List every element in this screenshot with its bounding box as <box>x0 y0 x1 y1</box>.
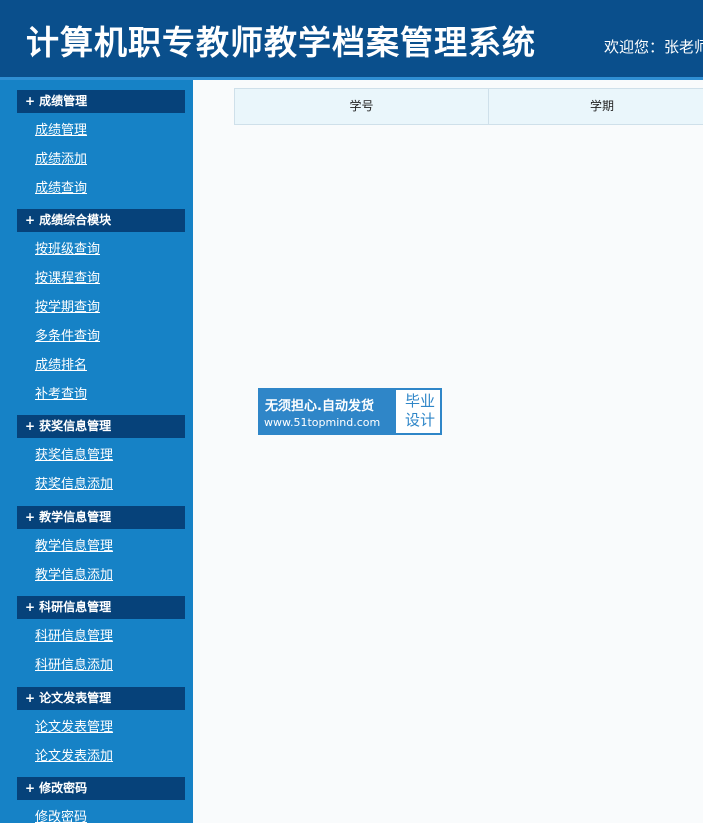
sidebar-group-change-password[interactable]: + 修改密码 <box>17 777 185 800</box>
watermark-text-bottom: 设计 <box>404 411 435 429</box>
sidebar-link-grade-management[interactable]: 成绩管理 <box>35 119 87 138</box>
sidebar-group-award-management[interactable]: + 获奖信息管理 <box>17 415 185 438</box>
sidebar-link-query-by-term[interactable]: 按学期查询 <box>35 296 100 315</box>
watermark-badge: 无须担心.自动发货 www.51topmind.com 毕业 设计 <box>258 388 442 435</box>
sidebar-group-label: 科研信息管理 <box>39 600 112 614</box>
sidebar-group-teaching-management[interactable]: + 教学信息管理 <box>17 506 185 529</box>
sidebar-link-paper-management[interactable]: 论文发表管理 <box>35 716 113 735</box>
sidebar-link-paper-add[interactable]: 论文发表添加 <box>35 745 113 764</box>
watermark-left-panel: 无须担心.自动发货 www.51topmind.com <box>260 390 396 433</box>
plus-icon: + <box>25 419 36 433</box>
plus-icon: + <box>25 213 36 227</box>
plus-icon: + <box>25 691 36 705</box>
watermark-right-panel: 毕业 设计 <box>400 392 440 430</box>
watermark-url: www.51topmind.com <box>264 416 381 429</box>
sidebar-group-grade-management[interactable]: + 成绩管理 <box>17 90 185 113</box>
sidebar-link-teaching-management[interactable]: 教学信息管理 <box>35 535 113 554</box>
plus-icon: + <box>25 781 36 795</box>
sidebar-group-label: 教学信息管理 <box>39 510 112 524</box>
sidebar-link-grade-query[interactable]: 成绩查询 <box>35 177 87 196</box>
sidebar-group-label: 获奖信息管理 <box>39 419 112 433</box>
sidebar-link-research-management[interactable]: 科研信息管理 <box>35 625 113 644</box>
sidebar-group-label: 成绩管理 <box>39 94 88 108</box>
sidebar-link-award-add[interactable]: 获奖信息添加 <box>35 473 113 492</box>
main-content: 学号 学期 <box>193 80 703 823</box>
app-header: 计算机职专教师教学档案管理系统 欢迎您：张老师 <box>0 0 703 80</box>
sidebar-link-query-by-class[interactable]: 按班级查询 <box>35 238 100 257</box>
sidebar-link-query-by-course[interactable]: 按课程查询 <box>35 267 100 286</box>
sidebar-link-grade-add[interactable]: 成绩添加 <box>35 148 87 167</box>
plus-icon: + <box>25 510 36 524</box>
sidebar-group-label: 论文发表管理 <box>39 691 112 705</box>
sidebar-link-multi-condition-query[interactable]: 多条件查询 <box>35 325 100 344</box>
sidebar: + 成绩管理 成绩管理 成绩添加 成绩查询 + 成绩综合模块 按班级查询 按课程查询… <box>0 80 193 825</box>
page-title: 计算机职专教师教学档案管理系统 <box>26 23 536 62</box>
plus-icon: + <box>25 94 36 108</box>
welcome-text: 欢迎您：张老师 <box>604 38 703 56</box>
sidebar-link-teaching-add[interactable]: 教学信息添加 <box>35 564 113 583</box>
sidebar-link-change-password[interactable]: 修改密码 <box>35 806 87 825</box>
table-header-row: 学号 学期 <box>234 88 703 125</box>
column-header-term: 学期 <box>589 99 614 113</box>
sidebar-group-label: 修改密码 <box>39 781 88 795</box>
sidebar-group-grade-composite[interactable]: + 成绩综合模块 <box>17 209 185 232</box>
sidebar-link-research-add[interactable]: 科研信息添加 <box>35 654 113 673</box>
plus-icon: + <box>25 600 36 614</box>
sidebar-link-makeup-exam-query[interactable]: 补考查询 <box>35 383 87 402</box>
sidebar-link-grade-ranking[interactable]: 成绩排名 <box>35 354 87 373</box>
watermark-slogan: 无须担心.自动发货 <box>265 399 374 414</box>
sidebar-group-label: 成绩综合模块 <box>39 213 112 227</box>
sidebar-link-award-management[interactable]: 获奖信息管理 <box>35 444 113 463</box>
column-header-student-id: 学号 <box>235 89 489 124</box>
sidebar-group-research-management[interactable]: + 科研信息管理 <box>17 596 185 619</box>
watermark-text-top: 毕业 <box>404 392 435 410</box>
sidebar-group-paper-management[interactable]: + 论文发表管理 <box>17 687 185 710</box>
